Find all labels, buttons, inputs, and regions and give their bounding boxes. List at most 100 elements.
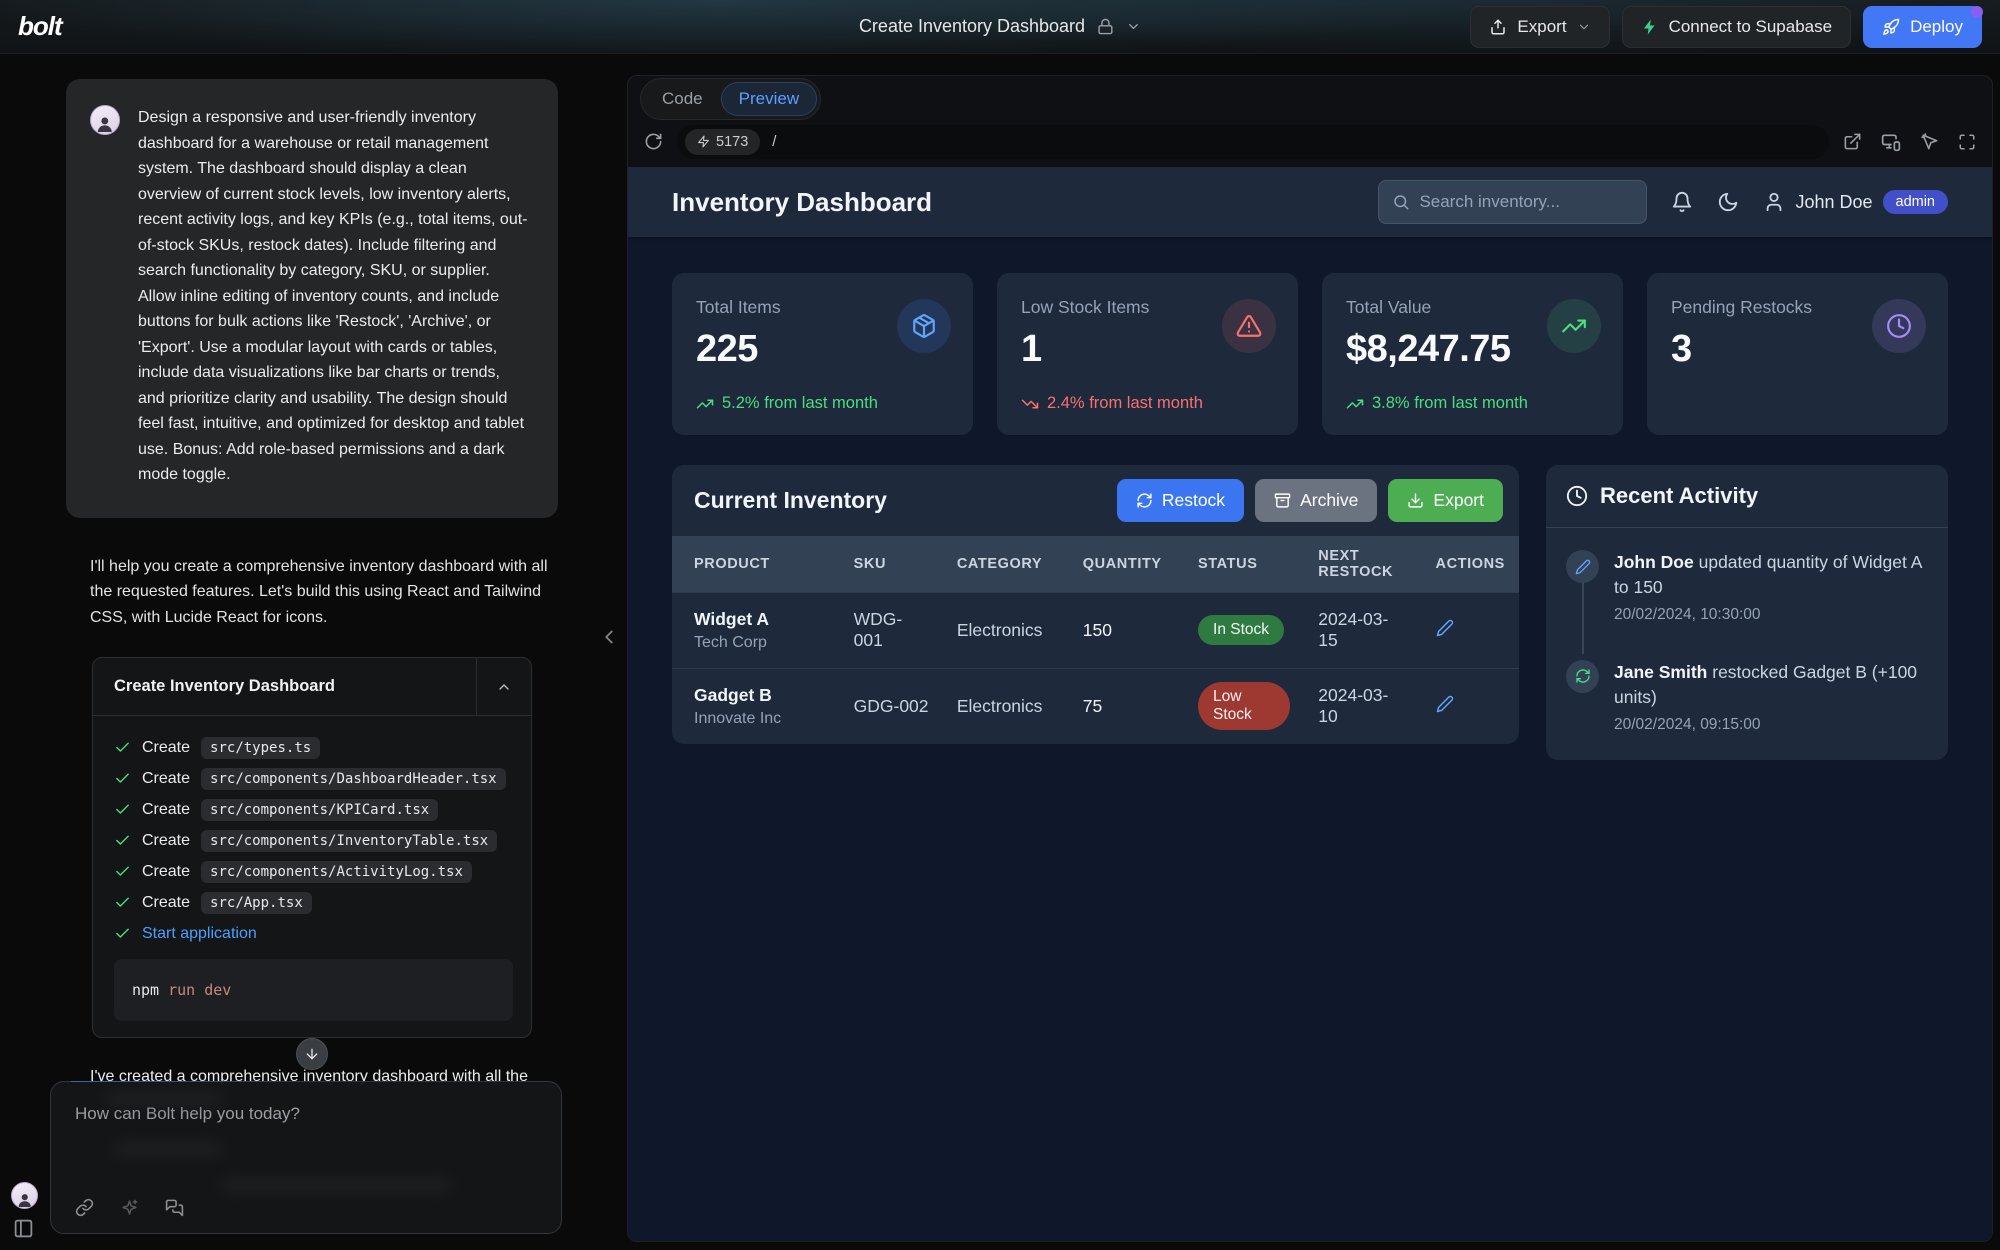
- pencil-icon: [1436, 619, 1454, 637]
- trending-up-icon: [696, 395, 714, 413]
- search-input[interactable]: [1419, 192, 1633, 212]
- terminal-command: npm run dev: [114, 959, 513, 1021]
- chevron-up-icon: [496, 679, 512, 695]
- restock-button[interactable]: Restock: [1117, 479, 1244, 522]
- dashboard-header: Inventory Dashboard John Doe: [628, 167, 1992, 237]
- recent-activity-card: Recent Activity John Doe updated quantit…: [1546, 465, 1948, 760]
- monitor-smartphone-icon: [1881, 132, 1901, 152]
- sidebar-toggle-button[interactable]: [13, 1218, 34, 1239]
- sparkles-icon: [120, 1198, 139, 1217]
- app-preview: Inventory Dashboard John Doe: [628, 167, 1992, 1241]
- file-path-chip[interactable]: src/components/InventoryTable.tsx: [201, 830, 497, 852]
- upload-icon: [1489, 18, 1507, 36]
- dashboard-title: Inventory Dashboard: [672, 187, 932, 218]
- workbench: Design a responsive and user-friendly in…: [0, 54, 2000, 1250]
- clock-icon: [1872, 299, 1926, 353]
- edit-row-button[interactable]: [1436, 619, 1454, 637]
- chat-panel: Design a responsive and user-friendly in…: [0, 54, 625, 1250]
- scroll-to-bottom-button[interactable]: [296, 1038, 328, 1070]
- tab-preview[interactable]: Preview: [721, 82, 817, 116]
- blurred-suggestion: [103, 1092, 223, 1106]
- port-chip[interactable]: 5173: [685, 129, 760, 155]
- panel-left-icon: [13, 1218, 34, 1239]
- connect-supabase-button[interactable]: Connect to Supabase: [1622, 6, 1852, 48]
- role-badge: admin: [1883, 190, 1949, 214]
- check-icon: [114, 863, 131, 880]
- package-icon: [897, 299, 951, 353]
- file-path-chip[interactable]: src/types.ts: [201, 737, 320, 759]
- enhance-prompt-button[interactable]: [120, 1198, 139, 1217]
- activity-item: Jane Smith restocked Gadget B (+100 unit…: [1566, 660, 1928, 734]
- file-path-chip[interactable]: src/components/ActivityLog.tsx: [201, 861, 472, 883]
- notifications-button[interactable]: [1671, 191, 1693, 213]
- archive-icon: [1274, 492, 1291, 509]
- artifact-step: Create src/components/KPICard.tsx: [114, 794, 513, 825]
- dark-mode-toggle[interactable]: [1717, 191, 1739, 213]
- collapse-chat-button[interactable]: [598, 626, 620, 648]
- pencil-icon: [1566, 550, 1599, 583]
- project-title: Create Inventory Dashboard: [859, 16, 1085, 37]
- file-path-chip[interactable]: src/components/DashboardHeader.tsx: [201, 768, 506, 790]
- mouse-pointer-icon: [1920, 132, 1939, 151]
- check-icon: [114, 925, 131, 942]
- notification-dot: [1971, 6, 1983, 18]
- edit-row-button[interactable]: [1436, 695, 1454, 713]
- moon-icon: [1717, 191, 1739, 213]
- preview-urlbar: 5173 /: [628, 122, 1992, 167]
- artifact-title: Create Inventory Dashboard: [114, 677, 335, 696]
- user-message-text: Design a responsive and user-friendly in…: [138, 105, 530, 488]
- kpi-row: Total Items 225 5.2% from last month Low…: [672, 273, 1948, 435]
- user-message: Design a responsive and user-friendly in…: [66, 79, 558, 518]
- inspect-element-button[interactable]: [1920, 132, 1939, 151]
- supabase-icon: [1641, 18, 1659, 36]
- pencil-icon: [1436, 695, 1454, 713]
- archive-button[interactable]: Archive: [1255, 479, 1377, 522]
- artifact-step: Create src/components/InventoryTable.tsx: [114, 825, 513, 856]
- messages-icon: [165, 1198, 184, 1217]
- chevron-down-icon: [1126, 19, 1141, 34]
- artifact-step: Create src/App.tsx: [114, 887, 513, 918]
- account-avatar[interactable]: [11, 1182, 38, 1209]
- artifact-panel: Create Inventory Dashboard Create src/ty…: [92, 657, 532, 1038]
- device-preview-button[interactable]: [1881, 132, 1901, 152]
- url-path: /: [772, 133, 776, 150]
- tab-code[interactable]: Code: [644, 82, 721, 116]
- user-name: John Doe: [1795, 192, 1872, 213]
- activity-title: Recent Activity: [1600, 483, 1758, 509]
- attach-link-button[interactable]: [75, 1198, 94, 1217]
- blurred-suggestion: [221, 1178, 451, 1192]
- link-icon: [75, 1198, 94, 1217]
- artifact-step: Create src/components/DashboardHeader.ts…: [114, 763, 513, 794]
- refresh-icon: [1566, 660, 1599, 693]
- reload-button[interactable]: [644, 132, 663, 151]
- assistant-intro-text: I'll help you create a comprehensive inv…: [90, 554, 558, 631]
- user-icon: [1763, 191, 1785, 213]
- status-badge: In Stock: [1198, 615, 1284, 645]
- artifact-collapse-button[interactable]: [476, 658, 531, 715]
- export-csv-button[interactable]: Export: [1388, 479, 1503, 522]
- project-title-menu[interactable]: Create Inventory Dashboard: [859, 0, 1141, 53]
- file-path-chip[interactable]: src/components/KPICard.tsx: [201, 799, 438, 821]
- export-button[interactable]: Export: [1470, 6, 1609, 48]
- check-icon: [114, 801, 131, 818]
- kpi-total-value: Total Value $8,247.75 3.8% from last mon…: [1322, 273, 1623, 435]
- inventory-search[interactable]: [1378, 180, 1647, 224]
- address-bar[interactable]: 5173 /: [677, 125, 1829, 159]
- clock-icon: [1566, 485, 1588, 507]
- activity-timestamp: 20/02/2024, 10:30:00: [1614, 606, 1928, 624]
- user-menu[interactable]: John Doe admin: [1763, 190, 1948, 214]
- file-path-chip[interactable]: src/App.tsx: [201, 892, 312, 914]
- refresh-icon: [644, 132, 663, 151]
- status-badge: Low Stock: [1198, 682, 1290, 730]
- alert-triangle-icon: [1222, 299, 1276, 353]
- check-icon: [114, 894, 131, 911]
- open-external-button[interactable]: [1843, 132, 1862, 151]
- kpi-total-items: Total Items 225 5.2% from last month: [672, 273, 973, 435]
- fullscreen-button[interactable]: [1958, 133, 1976, 151]
- zap-icon: [697, 135, 710, 148]
- kpi-low-stock: Low Stock Items 1 2.4% from last month: [997, 273, 1298, 435]
- deploy-button[interactable]: Deploy: [1863, 6, 1982, 48]
- start-application-link[interactable]: Start application: [142, 925, 257, 943]
- discuss-mode-button[interactable]: [165, 1198, 184, 1217]
- bolt-logo[interactable]: bolt: [18, 11, 62, 42]
